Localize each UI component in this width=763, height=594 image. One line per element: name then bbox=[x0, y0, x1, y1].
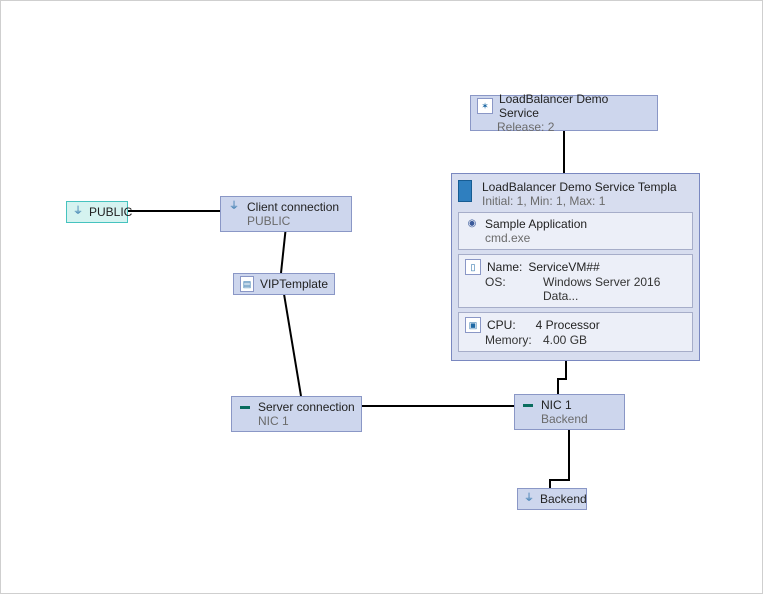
template-icon: ▤ bbox=[240, 276, 254, 292]
hw-section[interactable]: ▣ CPU: 4 Processor Memory: 4.00 GB bbox=[458, 312, 693, 352]
os-name-label: Name: bbox=[487, 260, 522, 274]
network-node-public[interactable]: ⏚ PUBLIC bbox=[66, 201, 128, 223]
network-icon: ⏚ bbox=[73, 205, 83, 219]
network-icon: ⏚ bbox=[227, 200, 241, 214]
node-title: LoadBalancer Demo Service bbox=[499, 92, 651, 120]
app-title: Sample Application bbox=[485, 217, 587, 231]
client-connection-node[interactable]: ⏚ Client connection PUBLIC bbox=[220, 196, 352, 232]
node-title: VIPTemplate bbox=[260, 277, 328, 291]
cpu-icon: ▣ bbox=[465, 317, 481, 333]
service-icon: ✶ bbox=[477, 98, 493, 114]
node-subtitle: PUBLIC bbox=[247, 214, 290, 228]
vm-icon bbox=[458, 180, 472, 202]
os-section[interactable]: ▯ Name: ServiceVM## OS: Windows Server 2… bbox=[458, 254, 693, 308]
node-subtitle: Backend bbox=[541, 412, 588, 426]
service-template-node[interactable]: LoadBalancer Demo Service Templa Initial… bbox=[451, 173, 700, 361]
template-subtitle: Initial: 1, Min: 1, Max: 1 bbox=[482, 194, 693, 208]
node-label: Backend bbox=[540, 492, 587, 506]
cpu-value: 4 Processor bbox=[536, 318, 600, 332]
node-title: NIC 1 bbox=[541, 398, 572, 412]
globe-icon: ◉ bbox=[465, 217, 479, 231]
node-subtitle: Release: 2 bbox=[497, 120, 554, 134]
os-value: Windows Server 2016 Data... bbox=[543, 275, 686, 303]
network-icon: ⏚ bbox=[524, 492, 534, 506]
server-connection-node[interactable]: ▬ Server connection NIC 1 bbox=[231, 396, 362, 432]
node-title: Client connection bbox=[247, 200, 339, 214]
mem-label: Memory: bbox=[485, 333, 539, 347]
mem-value: 4.00 GB bbox=[543, 333, 587, 347]
cpu-label: CPU: bbox=[487, 318, 516, 332]
server-icon: ▬ bbox=[238, 400, 252, 414]
app-sub: cmd.exe bbox=[485, 231, 686, 245]
node-title: Server connection bbox=[258, 400, 355, 414]
node-label: PUBLIC bbox=[89, 205, 132, 219]
diagram-canvas[interactable]: ⏚ PUBLIC ⏚ Client connection PUBLIC ▤ VI… bbox=[1, 1, 762, 593]
template-title: LoadBalancer Demo Service Templa bbox=[482, 180, 693, 194]
nic-node[interactable]: ▬ NIC 1 Backend bbox=[514, 394, 625, 430]
vm-small-icon: ▯ bbox=[465, 259, 481, 275]
service-node[interactable]: ✶ LoadBalancer Demo Service Release: 2 bbox=[470, 95, 658, 131]
vip-template-node[interactable]: ▤ VIPTemplate bbox=[233, 273, 335, 295]
app-section[interactable]: ◉ Sample Application cmd.exe bbox=[458, 212, 693, 250]
nic-icon: ▬ bbox=[521, 398, 535, 412]
os-name-value: ServiceVM## bbox=[528, 260, 599, 274]
network-node-backend[interactable]: ⏚ Backend bbox=[517, 488, 587, 510]
node-subtitle: NIC 1 bbox=[258, 414, 289, 428]
os-label: OS: bbox=[485, 275, 539, 303]
diagram-frame: ⏚ PUBLIC ⏚ Client connection PUBLIC ▤ VI… bbox=[0, 0, 763, 594]
